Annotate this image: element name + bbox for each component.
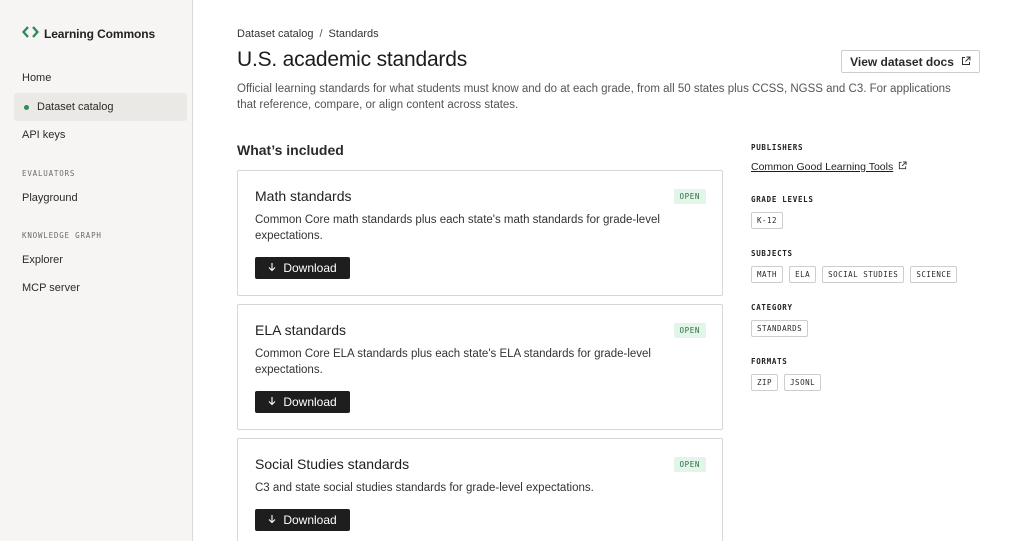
formats-label: FORMATS [751,357,788,366]
category-chips: STANDARDS [751,320,809,337]
publisher-name: Common Good Learning Tools [751,161,894,173]
sidebar-item-mcp-server[interactable]: MCP server [14,274,187,302]
page-title: U.S. academic standards [237,48,468,71]
chip-science: SCIENCE [910,266,958,283]
formats-chips: ZIP JSONL [751,374,822,391]
publisher-link[interactable]: Common Good Learning Tools [751,161,907,173]
sidebar-item-label: Playground [22,192,78,204]
card-description: C3 and state social studies standards fo… [255,482,594,494]
sidebar: Learning Commons Home Dataset catalog AP… [0,0,193,541]
external-link-icon [961,55,971,69]
arrow-down-icon [268,395,276,409]
external-link-icon [898,161,907,173]
publishers-label: PUBLISHERS [751,143,804,152]
download-button[interactable]: Download [255,257,350,279]
download-label: Download [283,395,337,409]
chip-standards: STANDARDS [751,320,809,337]
status-badge: OPEN [673,189,706,204]
sidebar-item-label: Explorer [22,254,63,266]
chip-k-12: K-12 [751,212,784,229]
chip-jsonl: JSONL [784,374,822,391]
status-badge: OPEN [673,323,706,338]
breadcrumb-current: Standards [328,28,379,40]
page-description: Official learning standards for what stu… [237,83,951,111]
sidebar-item-explorer[interactable]: Explorer [14,246,187,274]
chip-social-studies: SOCIAL STUDIES [822,266,905,283]
active-indicator-dot [24,104,29,110]
sidebar-section-knowledge-graph: KNOWLEDGE GRAPH [22,231,102,240]
download-label: Download [283,513,337,527]
sidebar-item-label: MCP server [22,282,80,294]
download-label: Download [283,261,337,275]
category-label: CATEGORY [751,303,793,312]
chip-ela: ELA [789,266,817,283]
arrow-down-icon [268,261,276,275]
sidebar-item-label: API keys [22,129,66,141]
sidebar-item-label: Home [22,72,52,84]
brand-name: Learning Commons [44,27,156,41]
breadcrumb-separator: / [319,28,323,40]
subjects-label: SUBJECTS [751,249,793,258]
view-dataset-docs-button[interactable]: View dataset docs [841,50,980,73]
code-brackets-icon [22,25,39,43]
dataset-card-math: Math standards OPEN Common Core math sta… [237,170,723,296]
subjects-chips: MATH ELA SOCIAL STUDIES SCIENCE [751,266,958,283]
sidebar-item-home[interactable]: Home [14,64,187,92]
download-button[interactable]: Download [255,391,350,413]
download-button[interactable]: Download [255,509,350,531]
card-description: Common Core math standards plus each sta… [255,214,660,242]
main-content: Dataset catalog / Standards U.S. academi… [193,0,1024,541]
arrow-down-icon [268,513,276,527]
card-title: Math standards [255,188,352,204]
chip-zip: ZIP [751,374,779,391]
sidebar-item-playground[interactable]: Playground [14,184,187,212]
whats-included-heading: What’s included [237,142,344,158]
card-description: Common Core ELA standards plus each stat… [255,348,651,376]
sidebar-section-evaluators: EVALUATORS [22,169,76,178]
dataset-card-ela: ELA standards OPEN Common Core ELA stand… [237,304,723,430]
brand-logo[interactable]: Learning Commons [22,25,155,43]
card-title: ELA standards [255,322,347,338]
breadcrumb: Dataset catalog / Standards [237,28,379,40]
sidebar-item-api-keys[interactable]: API keys [14,121,187,149]
docs-button-label: View dataset docs [850,54,954,69]
grade-levels-label: GRADE LEVELS [751,195,814,204]
status-badge: OPEN [673,457,706,472]
chip-math: MATH [751,266,784,283]
dataset-card-social-studies: Social Studies standards OPEN C3 and sta… [237,438,723,541]
card-title: Social Studies standards [255,456,410,472]
grade-levels-chips: K-12 [751,212,784,229]
sidebar-item-label: Dataset catalog [37,101,114,113]
sidebar-item-dataset-catalog[interactable]: Dataset catalog [14,93,187,121]
breadcrumb-parent-link[interactable]: Dataset catalog [237,28,313,40]
